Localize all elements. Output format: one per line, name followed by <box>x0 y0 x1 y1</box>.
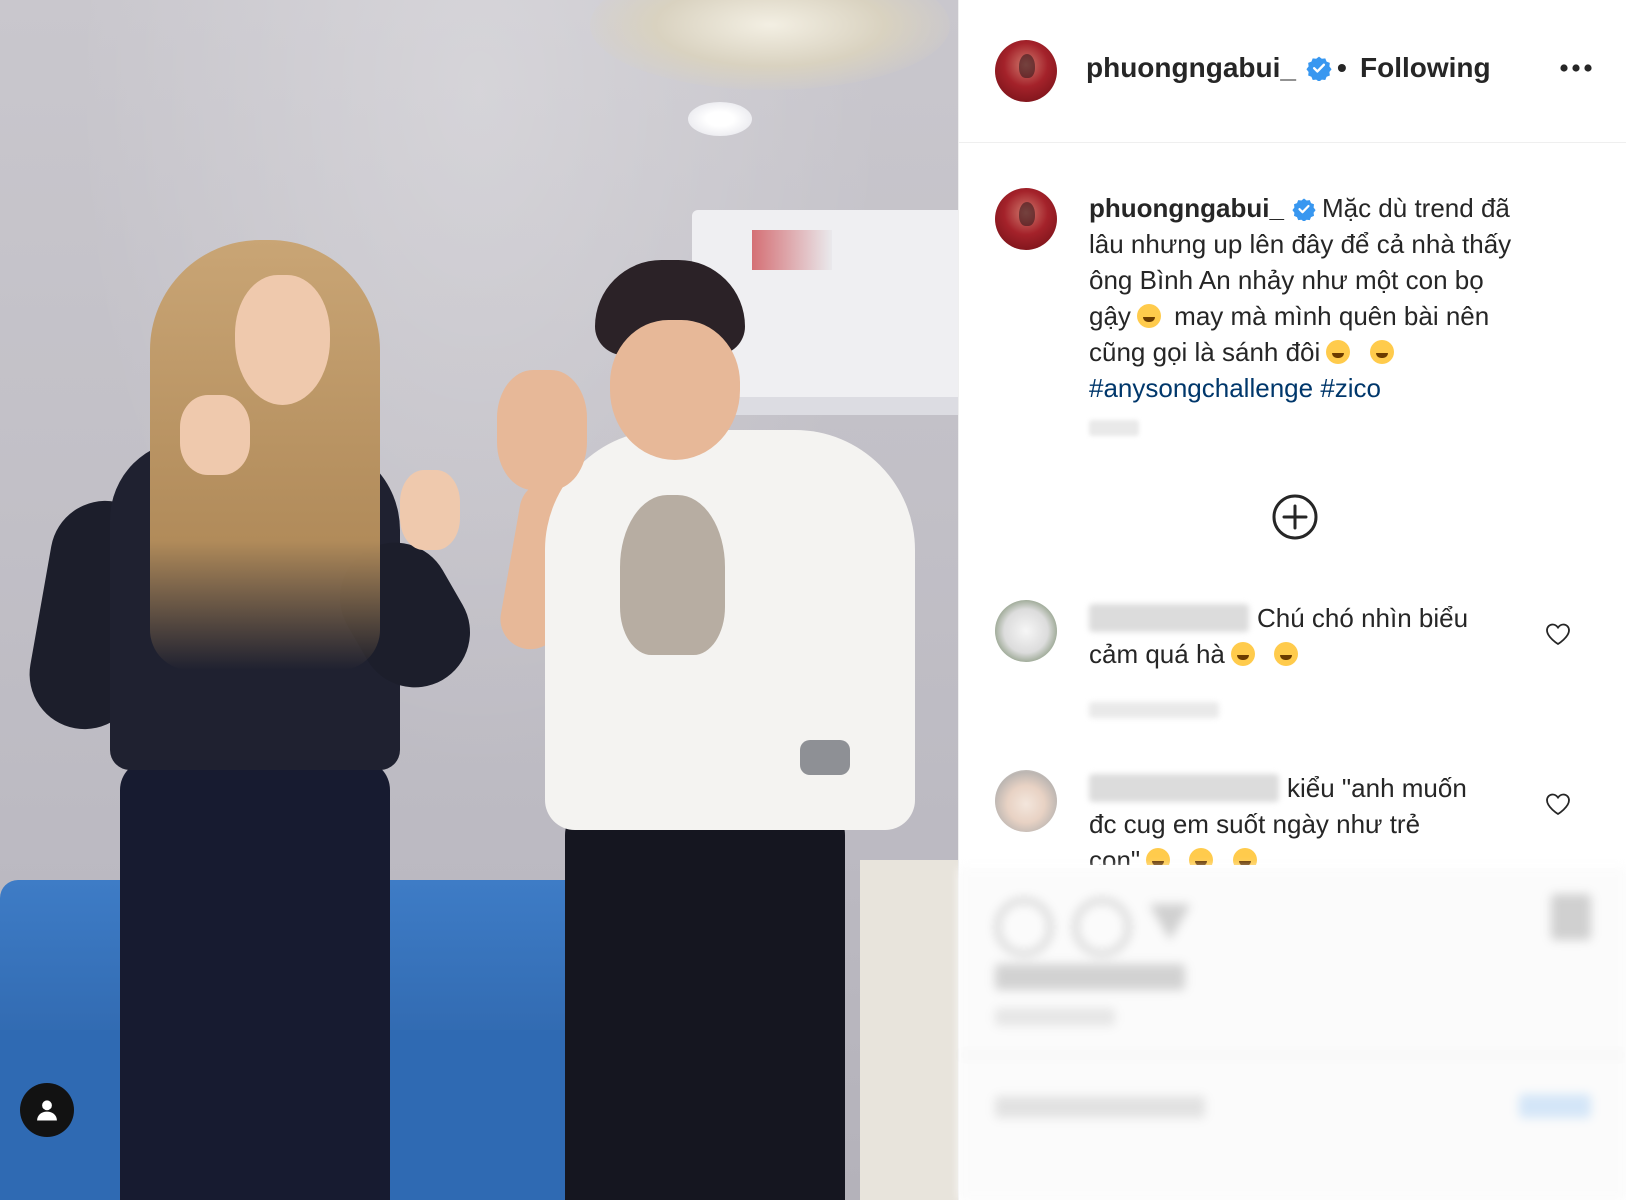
username-text[interactable]: phuongngabui_ <box>1086 52 1296 83</box>
heart-icon[interactable] <box>1545 622 1571 646</box>
verified-badge-icon <box>1292 198 1316 221</box>
comment-meta-blurred <box>1089 702 1219 718</box>
verified-badge-icon <box>1306 56 1332 81</box>
hashtag-link[interactable]: #anysongchallenge <box>1089 373 1313 403</box>
comment-line: cảm quá hà <box>1089 639 1225 669</box>
plus-circle-icon[interactable] <box>1271 493 1319 541</box>
ceiling-light <box>688 102 752 136</box>
caption-text: phuongngabui_ Mặc dù trend đã lâu nhưng … <box>1089 190 1569 406</box>
comment-line: kiểu "anh muốn <box>1287 773 1467 803</box>
user-tag-icon-glyph <box>37 1100 57 1121</box>
laughing-emoji-icon <box>1274 642 1299 666</box>
avatar[interactable] <box>995 188 1057 250</box>
post-video[interactable] <box>0 0 958 1200</box>
following-button[interactable]: Following <box>1360 52 1491 84</box>
woman-face <box>235 275 330 405</box>
hashtag-link[interactable]: #zico <box>1320 373 1381 403</box>
shelf <box>860 860 958 1200</box>
post-actions-blurred <box>959 868 1626 1200</box>
divider <box>959 1054 1626 1056</box>
caption-timestamp-blurred <box>1089 420 1139 436</box>
post-header: phuongngabui_ • Following <box>959 0 1626 143</box>
man-face <box>610 320 740 460</box>
post-button-blurred <box>1519 1094 1591 1118</box>
squinting-laugh-emoji-icon <box>1146 848 1171 865</box>
comment-line: đc cug em suốt ngày như trẻ <box>1089 809 1421 839</box>
caption-line: cũng gọi là sánh đôi <box>1089 337 1321 367</box>
wristwatch <box>800 740 850 775</box>
comment-text: Chú chó nhìn biểu cảm quá hà <box>1089 600 1509 672</box>
laughing-emoji-icon <box>1230 642 1255 666</box>
like-icon-blurred <box>995 898 1053 956</box>
user-tag-icon[interactable] <box>20 1083 74 1137</box>
header-username[interactable]: phuongngabui_ <box>1086 52 1332 84</box>
commenter-username-blurred[interactable] <box>1089 604 1249 632</box>
laughing-emoji-icon <box>1136 304 1161 328</box>
woman-hand <box>180 395 250 475</box>
caption-line: ông Bình An nhảy như một con bọ <box>1089 265 1484 295</box>
man-shirt <box>545 430 915 830</box>
woman-legs <box>120 760 390 1200</box>
share-icon-blurred <box>1149 904 1191 940</box>
avatar[interactable] <box>995 600 1057 662</box>
caption-line: gậy <box>1089 301 1131 331</box>
post-side-panel: phuongngabui_ • Following phuongngabui_ … <box>958 0 1626 1200</box>
comment-icon-blurred <box>1073 898 1131 956</box>
caption-line: Mặc dù trend đã <box>1321 193 1510 223</box>
grinning-sweat-emoji-icon <box>1326 340 1351 364</box>
man-pants <box>565 805 845 1200</box>
caption-username[interactable]: phuongngabui_ <box>1089 193 1284 223</box>
heart-icon[interactable] <box>1545 792 1571 816</box>
squinting-laugh-emoji-icon <box>1232 848 1257 865</box>
comment-text: kiểu "anh muốn đc cug em suốt ngày như t… <box>1089 770 1509 865</box>
comment-line: Chú chó nhìn biểu <box>1257 603 1469 633</box>
post-date-blurred <box>995 1008 1115 1026</box>
separator-dot: • <box>1337 52 1347 83</box>
caption-line: may mà mình quên bài nên <box>1174 301 1490 331</box>
save-icon-blurred <box>1551 894 1591 940</box>
more-options-icon[interactable] <box>1559 62 1593 74</box>
grinning-sweat-emoji-icon <box>1369 340 1394 364</box>
comment-line: con" <box>1089 845 1141 865</box>
squinting-laugh-emoji-icon <box>1189 848 1214 865</box>
man-hand <box>497 370 587 490</box>
shirt-dog-print <box>620 495 725 655</box>
add-comment-input-blurred <box>995 1096 1205 1118</box>
woman-hand <box>400 470 460 550</box>
comment-list: Chú chó nhìn biểu cảm quá hà kiểu "anh m… <box>959 590 1626 865</box>
commenter-username-blurred[interactable] <box>1089 774 1279 802</box>
caption-line: lâu nhưng up lên đây để cả nhà thấy <box>1089 229 1512 259</box>
avatar[interactable] <box>995 770 1057 832</box>
views-count-blurred <box>995 964 1185 990</box>
avatar[interactable] <box>995 40 1057 102</box>
